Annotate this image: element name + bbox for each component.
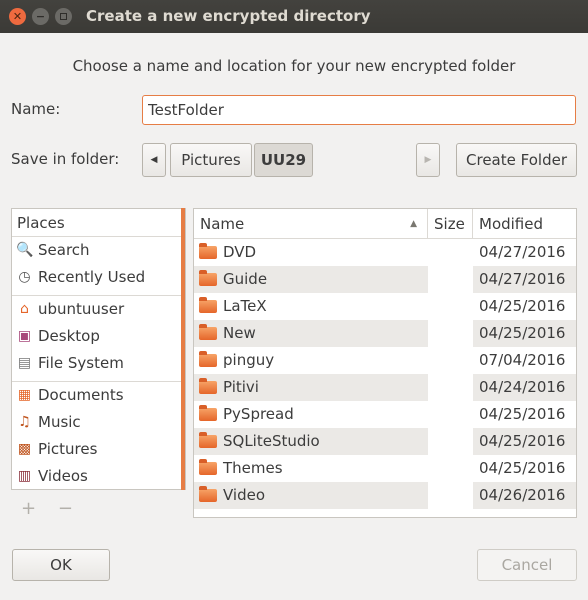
folder-icon [199,324,217,340]
place-ubuntuuser[interactable]: ⌂ ubuntuuser [12,296,185,323]
place-label: Videos [38,467,88,485]
pictures-folder-icon: ▩ [17,441,32,457]
place-pictures[interactable]: ▩ Pictures [12,436,185,463]
table-row[interactable]: pinguy 07/04/2016 [194,347,576,374]
column-header-modified[interactable]: Modified [473,209,576,238]
places-edit-controls: + − [21,498,89,519]
place-search[interactable]: 🔍 Search [12,237,185,264]
place-music[interactable]: ♫ Music [12,409,185,436]
file-list-header: Name ▲ Size Modified [194,209,576,239]
place-label: Pictures [38,440,98,458]
save-in-folder-label: Save in folder: [11,150,120,168]
place-label: Desktop [38,327,100,345]
table-row[interactable]: Guide 04/27/2016 [194,266,576,293]
create-folder-button[interactable]: Create Folder [456,143,577,177]
folder-icon [199,459,217,475]
place-file-system[interactable]: ▤ File System [12,350,185,377]
clock-icon: ◷ [18,269,31,285]
chevron-right-icon: ▶ [424,155,432,165]
path-back-button[interactable]: ◀ [142,143,166,177]
folder-icon [199,378,217,394]
window-title: Create a new encrypted directory [86,7,371,25]
folder-icon [199,297,217,313]
remove-place-button[interactable]: − [58,498,73,519]
place-label: Search [38,241,90,259]
dialog-subtitle: Choose a name and location for your new … [72,57,516,75]
table-row[interactable]: Video 04/26/2016 [194,482,576,509]
place-recently-used[interactable]: ◷ Recently Used [12,264,185,291]
path-forward-button[interactable]: ▶ [416,143,440,177]
table-row[interactable]: PySpread 04/25/2016 [194,401,576,428]
column-header-name[interactable]: Name ▲ [194,209,428,238]
table-row[interactable]: Pitivi 04/24/2016 [194,374,576,401]
videos-folder-icon: ▥ [17,468,32,484]
file-list: Name ▲ Size Modified DVD 04/27/2016 Guid… [193,208,577,518]
folder-icon [199,432,217,448]
place-label: Documents [38,386,124,404]
folder-icon [199,243,217,259]
maximize-icon[interactable] [55,8,72,25]
cancel-button[interactable]: Cancel [477,549,577,581]
folder-icon [199,270,217,286]
breadcrumb-uu29[interactable]: UU29 [254,143,313,177]
add-place-button[interactable]: + [21,498,36,519]
place-videos[interactable]: ▥ Videos [12,463,185,490]
documents-folder-icon: ▦ [17,387,32,403]
minimize-icon[interactable]: − [32,8,49,25]
search-icon: 🔍 [16,242,34,258]
place-label: Recently Used [38,268,146,286]
breadcrumb-pictures[interactable]: Pictures [170,143,252,177]
name-input[interactable] [142,95,576,125]
table-row[interactable]: SQLiteStudio 04/25/2016 [194,428,576,455]
name-label: Name: [11,100,61,118]
place-documents[interactable]: ▦ Documents [12,382,185,409]
table-row[interactable]: New 04/25/2016 [194,320,576,347]
folder-icon [199,486,217,502]
ok-button[interactable]: OK [12,549,110,581]
sort-ascending-icon: ▲ [410,219,417,229]
close-icon[interactable]: ✕ [9,8,26,25]
place-label: Music [38,413,81,431]
column-header-size[interactable]: Size [428,209,473,238]
places-scrollbar[interactable] [181,208,185,490]
table-row[interactable]: LaTeX 04/25/2016 [194,293,576,320]
table-row[interactable]: Themes 04/25/2016 [194,455,576,482]
title-bar: ✕ − Create a new encrypted directory [0,0,588,33]
table-row[interactable]: DVD 04/27/2016 [194,239,576,266]
places-panel: Places 🔍 Search ◷ Recently Used ⌂ ubuntu… [11,208,186,490]
chevron-left-icon: ◀ [150,155,158,165]
desktop-icon: ▣ [17,328,32,344]
place-label: File System [38,354,124,372]
places-header: Places [12,209,185,237]
folder-icon [199,351,217,367]
music-folder-icon: ♫ [18,414,31,430]
drive-icon: ▤ [17,355,32,371]
place-desktop[interactable]: ▣ Desktop [12,323,185,350]
home-folder-icon: ⌂ [20,301,29,317]
place-label: ubuntuuser [38,300,125,318]
folder-icon [199,405,217,421]
